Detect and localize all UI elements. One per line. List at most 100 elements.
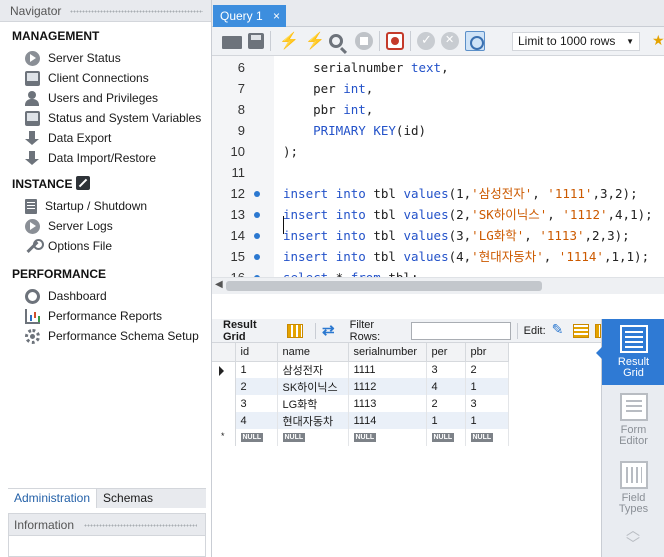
table-row[interactable]: 2 SK하이닉스 1112 4 1	[212, 378, 509, 395]
toolbar-separator	[270, 31, 271, 51]
field-types-button[interactable]: Field Types	[602, 455, 664, 521]
navigator-panel: Navigator MANAGEMENT Server Status Clien…	[0, 0, 212, 557]
table-cell[interactable]: NULL	[277, 429, 349, 446]
server-status-icon	[25, 50, 40, 66]
table-cell[interactable]: NULL	[465, 429, 509, 446]
table-cell[interactable]: 1111	[348, 361, 427, 378]
table-cell[interactable]: NULL	[235, 429, 278, 446]
column-header[interactable]: name	[277, 343, 349, 362]
scroll-down-icon[interactable]: ﹀	[624, 537, 642, 551]
nav-status-variables[interactable]: Status and System Variables	[0, 108, 211, 128]
table-cell[interactable]: LG화학	[277, 395, 349, 412]
nav-data-export[interactable]: Data Export	[0, 128, 211, 148]
scroll-up-icon[interactable]: ︿	[624, 523, 642, 537]
save-icon[interactable]	[248, 33, 264, 49]
performance-reports-icon	[25, 308, 40, 324]
tab-query-1[interactable]: Query 1 ×	[213, 5, 286, 27]
table-cell[interactable]: 3	[235, 395, 278, 412]
table-cell[interactable]: 삼성전자	[277, 361, 349, 378]
table-cell[interactable]: 4	[235, 412, 278, 429]
table-cell[interactable]: NULL	[348, 429, 427, 446]
execute-icon[interactable]	[277, 31, 299, 51]
column-header[interactable]: pbr	[465, 343, 509, 362]
new-row[interactable]: * NULL NULL NULL NULL NULL	[212, 429, 509, 446]
header-row: id name serialnumber per pbr	[212, 343, 509, 362]
column-header[interactable]: per	[426, 343, 466, 362]
column-header[interactable]: id	[235, 343, 278, 362]
table-cell[interactable]: 3	[465, 395, 509, 412]
table-cell[interactable]: 1	[465, 378, 509, 395]
result-grid-button[interactable]: Result Grid	[596, 319, 664, 385]
row-header[interactable]: *	[212, 429, 236, 446]
nav-options-file[interactable]: Options File	[0, 236, 211, 256]
commit-icon[interactable]	[417, 32, 435, 50]
table-cell[interactable]: 1113	[348, 395, 427, 412]
table-cell[interactable]: 4	[426, 378, 466, 395]
tab-schemas[interactable]: Schemas	[97, 489, 159, 508]
open-file-icon[interactable]	[222, 35, 242, 49]
autocommit-icon[interactable]	[465, 31, 485, 51]
table-row[interactable]: 4 현대자동차 1114 1 1	[212, 412, 509, 429]
execute-current-icon[interactable]	[303, 31, 325, 51]
table-row[interactable]: 1 삼성전자 1111 3 2	[212, 361, 509, 378]
stop-icon[interactable]	[355, 32, 373, 50]
table-cell[interactable]: 1	[426, 412, 466, 429]
nav-performance-schema[interactable]: Performance Schema Setup	[0, 326, 211, 346]
row-header[interactable]	[212, 412, 236, 429]
nav-server-status[interactable]: Server Status	[0, 48, 211, 68]
table-cell[interactable]: 3	[426, 361, 466, 378]
row-header[interactable]	[212, 378, 236, 395]
add-row-icon[interactable]	[573, 323, 590, 338]
explain-icon[interactable]	[329, 34, 343, 48]
code-text: per int,	[313, 81, 374, 96]
table-cell[interactable]: 2	[465, 361, 509, 378]
table-cell[interactable]: 1112	[348, 378, 427, 395]
line-number: 9	[237, 123, 245, 138]
edit-icon[interactable]	[552, 321, 568, 338]
table-row[interactable]: 3 LG화학 1113 2 3	[212, 395, 509, 412]
edit-label: Edit:	[523, 324, 546, 337]
limit-rows-select[interactable]: Limit to 1000 rows ▼	[512, 32, 640, 51]
nav-users-privileges[interactable]: Users and Privileges	[0, 88, 211, 108]
scrollbar-thumb[interactable]	[226, 281, 542, 291]
sql-editor[interactable]: 6 serialnumber text, 7 per int, 8 pbr int,…	[212, 56, 664, 294]
nav-dashboard[interactable]: Dashboard	[0, 286, 211, 306]
tab-administration[interactable]: Administration	[8, 489, 98, 508]
horizontal-scrollbar[interactable]: ◀	[212, 277, 664, 294]
table-cell[interactable]: 2	[426, 395, 466, 412]
text-cursor	[283, 216, 284, 234]
nav-label: Dashboard	[48, 289, 107, 303]
toggle-error-icon[interactable]	[386, 32, 404, 50]
table-cell[interactable]: 2	[235, 378, 278, 395]
nav-server-logs[interactable]: Server Logs	[0, 216, 211, 236]
data-import-icon	[25, 150, 40, 166]
nav-client-connections[interactable]: Client Connections	[0, 68, 211, 88]
grid-icon[interactable]	[287, 323, 303, 338]
refresh-icon[interactable]	[322, 321, 338, 339]
nav-data-import[interactable]: Data Import/Restore	[0, 148, 211, 168]
code-line: 7 per int,	[212, 78, 664, 99]
rollback-icon[interactable]	[441, 32, 459, 50]
table-cell[interactable]: 1	[235, 361, 278, 378]
result-table: id name serialnumber per pbr 1 삼성전자 1111 3 2…	[212, 343, 509, 446]
column-header[interactable]: serialnumber	[348, 343, 427, 362]
nav-startup-shutdown[interactable]: Startup / Shutdown	[0, 196, 211, 216]
nav-performance-reports[interactable]: Performance Reports	[0, 306, 211, 326]
field-types-label: Field Types	[618, 492, 649, 515]
row-header[interactable]	[212, 395, 236, 412]
filter-rows-input[interactable]	[410, 321, 511, 340]
scroll-left-icon[interactable]: ◀	[215, 279, 223, 290]
row-header[interactable]	[212, 361, 236, 378]
nav-label: Server Status	[48, 51, 121, 65]
close-icon[interactable]: ×	[273, 5, 280, 27]
table-cell[interactable]: NULL	[426, 429, 466, 446]
table-cell[interactable]: 1114	[348, 412, 427, 429]
field-types-icon	[619, 461, 648, 489]
code-line: 12 insert into tbl values(1,'삼성전자', '1111…	[212, 183, 664, 204]
table-cell[interactable]: 현대자동차	[277, 412, 349, 429]
form-editor-button[interactable]: Form Editor	[602, 387, 664, 453]
table-cell[interactable]: SK하이닉스	[277, 378, 349, 395]
navigator-tabs: Administration Schemas	[8, 488, 206, 508]
star-icon[interactable]: ★	[652, 32, 664, 50]
table-cell[interactable]: 1	[465, 412, 509, 429]
